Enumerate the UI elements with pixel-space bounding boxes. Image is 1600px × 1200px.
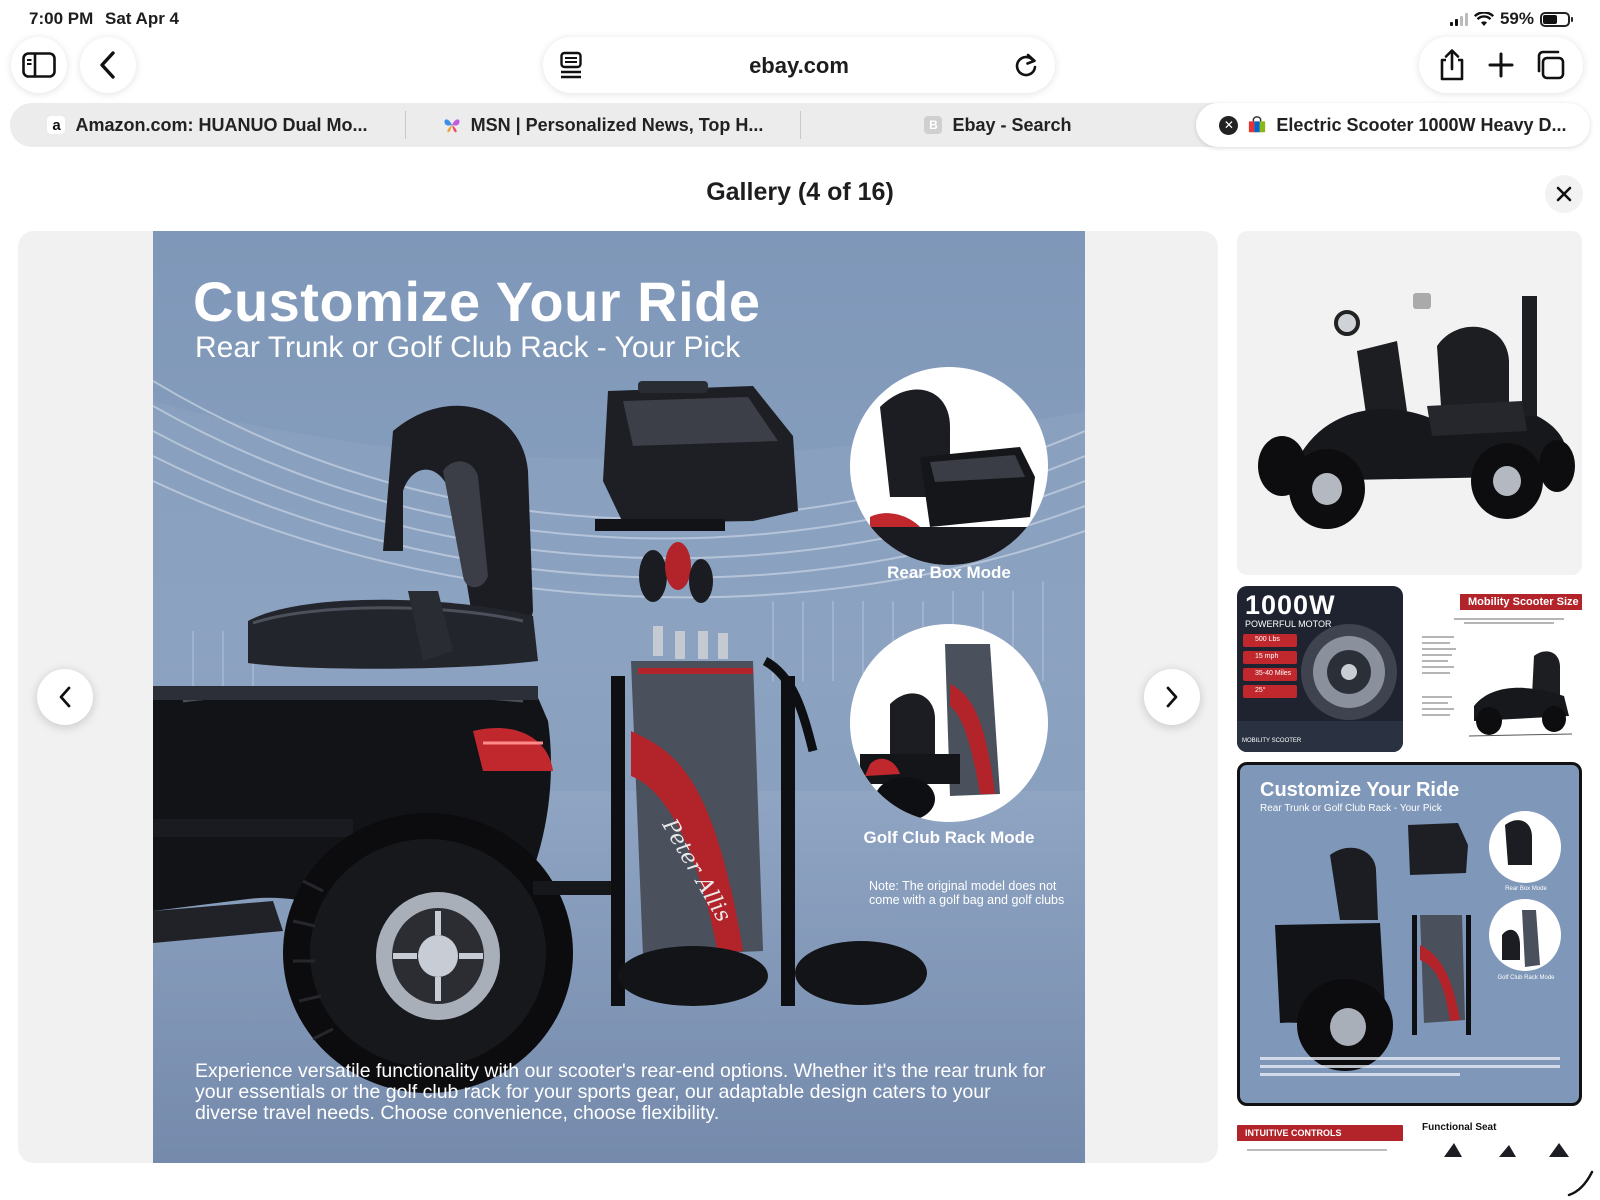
- controls-detail-line: [1247, 1149, 1387, 1151]
- selected-thumb-golf-caption: Golf Club Rack Mode: [1497, 975, 1555, 981]
- sidebar-icon: [22, 52, 56, 78]
- status-date: Sat Apr 4: [105, 9, 180, 28]
- image-description: Experience versatile functionality with …: [195, 1060, 1046, 1124]
- thumbnail-1-scooter[interactable]: [1237, 231, 1582, 575]
- tab-bar: a Amazon.com: HUANUO Dual Mo... MSN | Pe…: [10, 103, 1590, 147]
- close-tab-icon[interactable]: ✕: [1219, 115, 1239, 135]
- gallery-close-button[interactable]: [1545, 175, 1583, 213]
- tab-label: Amazon.com: HUANUO Dual Mo...: [75, 114, 368, 135]
- tab-msn[interactable]: MSN | Personalized News, Top H...: [406, 103, 800, 147]
- new-tab-plus-icon[interactable]: [1479, 43, 1523, 87]
- main-product-image: Customize Your Ride Rear Trunk or Golf C…: [153, 231, 1085, 1163]
- selected-thumb-art: [1260, 811, 1561, 1076]
- next-image-button[interactable]: [1144, 669, 1200, 725]
- back-button[interactable]: [80, 37, 136, 93]
- status-right: 59%: [1449, 9, 1573, 29]
- wifi-icon: [1473, 11, 1494, 26]
- address-bar[interactable]: ebay.com: [543, 37, 1055, 93]
- tab-ebay-search[interactable]: B Ebay - Search: [801, 103, 1195, 147]
- battery-percent: 59%: [1499, 9, 1534, 28]
- motor-photo: [1237, 624, 1403, 752]
- status-time: 7:00 PM: [29, 9, 94, 28]
- thumbnail-2-motor[interactable]: 1000W POWERFUL MOTOR 500 Lbs 15 mph 35-4…: [1237, 586, 1403, 752]
- ebay-favicon-icon: [1248, 116, 1266, 134]
- share-icon[interactable]: [1430, 43, 1474, 87]
- bing-favicon-icon: B: [924, 116, 943, 134]
- golf-rack-inset: [850, 624, 1048, 822]
- tab-amazon[interactable]: a Amazon.com: HUANUO Dual Mo...: [10, 103, 405, 147]
- motor-footer: MOBILITY SCOOTER: [1242, 738, 1302, 744]
- reload-icon[interactable]: [1013, 51, 1039, 84]
- close-icon: [1556, 186, 1572, 202]
- golf-rack-note: Note: The original model does not come w…: [869, 879, 1065, 907]
- sidebar-toggle-button[interactable]: [11, 37, 67, 93]
- selected-thumb-rear-caption: Rear Box Mode: [1505, 886, 1547, 892]
- chevron-left-icon: [100, 51, 115, 79]
- thumbnail-4-customize-selected[interactable]: Customize Your Ride Rear Trunk or Golf C…: [1237, 762, 1582, 1106]
- address-host: ebay.com: [749, 53, 849, 78]
- tab-label: Ebay - Search: [952, 114, 1072, 135]
- tab-overview-icon[interactable]: [1528, 43, 1572, 87]
- battery-icon: [1540, 11, 1573, 27]
- status-bar: 7:00 PM Sat Apr 4 59%: [0, 0, 1600, 36]
- rear-box-inset: [850, 367, 1048, 565]
- tab-label: Electric Scooter 1000W Heavy D...: [1276, 114, 1567, 135]
- golf-rack-caption: Golf Club Rack Mode: [863, 828, 1035, 847]
- msn-butterfly-icon: [443, 116, 461, 134]
- thumbnail-5-controls[interactable]: INTUITIVE CONTROLS: [1237, 1117, 1403, 1163]
- tab-label: MSN | Personalized News, Top H...: [470, 114, 764, 135]
- thumbnail-3-size[interactable]: Mobility Scooter Size: [1414, 586, 1582, 752]
- scooter-photo: [1258, 293, 1575, 529]
- chevron-right-icon: [1166, 686, 1178, 708]
- gallery-title: Gallery (4 of 16): [706, 178, 894, 206]
- pencil-scribble-icon: [1567, 1170, 1594, 1197]
- amazon-favicon-icon: a: [47, 116, 66, 134]
- thumbnail-6-seat[interactable]: Functional Seat: [1414, 1117, 1582, 1163]
- chevron-left-icon: [59, 686, 71, 708]
- cellular-signal-icon: [1449, 12, 1468, 26]
- toolbar-actions: [1419, 37, 1583, 93]
- size-diagram: [1422, 618, 1573, 737]
- rear-trunk-box: [595, 381, 798, 531]
- controls-title: INTUITIVE CONTROLS: [1237, 1125, 1403, 1141]
- tab-electric-scooter[interactable]: ✕ Electric Scooter 1000W Heavy D...: [1196, 103, 1590, 147]
- seat-photo: [1444, 1143, 1569, 1157]
- rear-box-caption: Rear Box Mode: [887, 563, 1011, 582]
- previous-image-button[interactable]: [37, 669, 93, 725]
